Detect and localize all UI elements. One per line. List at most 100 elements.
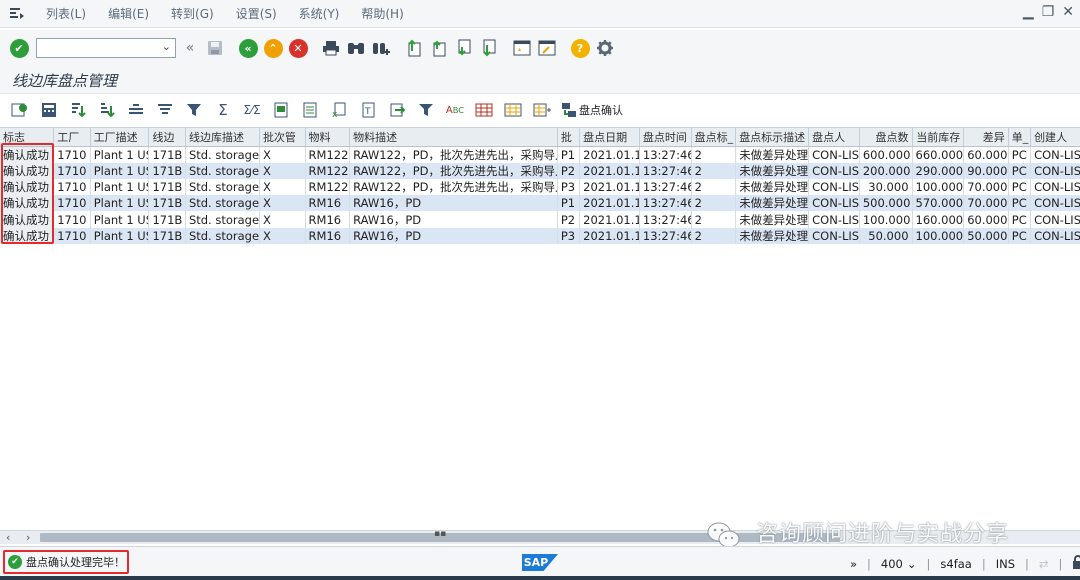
- cell-count-qty[interactable]: 500.000: [859, 195, 913, 212]
- table-row[interactable]: 确认成功1710Plant 1 US171BStd. storage 2XRM1…: [0, 178, 1080, 196]
- cell-batch-mgmt[interactable]: X: [259, 195, 306, 212]
- cell-flag[interactable]: 确认成功: [0, 227, 55, 244]
- layout-choose-icon[interactable]: [414, 99, 438, 121]
- cell-unit[interactable]: PC: [1008, 195, 1032, 212]
- col-header-batch-mgmt[interactable]: 批次管: [259, 128, 306, 147]
- cell-plant[interactable]: 1710: [53, 162, 91, 179]
- cell-plant[interactable]: 1710: [53, 227, 91, 244]
- abc-analysis-icon[interactable]: A BC: [443, 99, 467, 121]
- cell-plant-desc[interactable]: Plant 1 US: [90, 211, 150, 228]
- cell-line-side-desc[interactable]: Std. storage 2: [185, 227, 260, 244]
- table-row[interactable]: 确认成功1710Plant 1 US171BStd. storage 2XRM1…: [0, 227, 1080, 244]
- cell-plant[interactable]: 1710: [53, 178, 91, 196]
- sort-descending-icon[interactable]: [95, 99, 119, 121]
- cell-difference[interactable]: 60.000-: [963, 211, 1009, 228]
- details-icon[interactable]: [8, 99, 32, 121]
- cell-count-flag[interactable]: 2: [691, 195, 737, 212]
- cell-current-stock[interactable]: 100.000: [912, 178, 965, 196]
- menu-system[interactable]: 系统(Y): [295, 5, 344, 22]
- cell-count-time[interactable]: 13:27:46: [639, 227, 692, 244]
- cell-current-stock[interactable]: 290.000: [912, 162, 965, 179]
- shortcut-button[interactable]: [536, 37, 558, 59]
- cell-unit[interactable]: PC: [1008, 227, 1032, 244]
- cell-plant-desc[interactable]: Plant 1 US: [90, 146, 150, 163]
- back-button[interactable]: «: [237, 37, 259, 59]
- cell-count-flag[interactable]: 2: [691, 178, 737, 196]
- cell-batch-mgmt[interactable]: X: [259, 178, 306, 196]
- next-page-button[interactable]: [453, 37, 475, 59]
- word-processing-icon[interactable]: T: [356, 99, 380, 121]
- cell-count-date[interactable]: 2021.01.11: [579, 227, 640, 244]
- input-mode[interactable]: INS: [996, 557, 1015, 571]
- col-header-line-side[interactable]: 线边: [148, 128, 186, 147]
- cell-count-flag[interactable]: 2: [691, 227, 737, 244]
- find-next-button[interactable]: [370, 37, 392, 59]
- cell-plant-desc[interactable]: Plant 1 US: [90, 178, 150, 196]
- menu-edit[interactable]: 编辑(E): [104, 5, 153, 22]
- cell-line-side[interactable]: 171B: [148, 178, 186, 196]
- cell-batch[interactable]: P1: [557, 195, 581, 212]
- cell-batch[interactable]: P3: [557, 178, 581, 196]
- cell-flag[interactable]: 确认成功: [0, 195, 55, 212]
- cell-count-time[interactable]: 13:27:46: [639, 195, 692, 212]
- menu-goto[interactable]: 转到(G): [167, 5, 218, 22]
- find-button[interactable]: [345, 37, 367, 59]
- cell-line-side[interactable]: 171B: [148, 227, 186, 244]
- create-session-button[interactable]: [511, 37, 533, 59]
- sort-ascending-icon[interactable]: [66, 99, 90, 121]
- cell-material-desc[interactable]: RAW16，PD: [349, 211, 558, 228]
- menu-help[interactable]: 帮助(H): [357, 5, 407, 22]
- cell-creator[interactable]: CON-LISF: [1030, 227, 1080, 244]
- cell-count-flag-desc[interactable]: 未做差异处理: [735, 162, 810, 179]
- cell-creator[interactable]: CON-LISF: [1030, 146, 1080, 163]
- cell-current-stock[interactable]: 660.000: [912, 146, 965, 163]
- col-header-material-desc[interactable]: 物料描述: [349, 128, 558, 147]
- cell-count-time[interactable]: 13:27:46: [639, 146, 692, 163]
- close-window-icon[interactable]: ✕: [1062, 4, 1074, 20]
- cell-material[interactable]: RM16: [305, 227, 351, 244]
- cell-current-stock[interactable]: 100.000: [912, 227, 965, 244]
- local-file-icon[interactable]: [385, 99, 409, 121]
- lock-icon[interactable]: [1072, 555, 1080, 572]
- cell-plant[interactable]: 1710: [53, 195, 91, 212]
- cell-difference[interactable]: 60.000-: [963, 146, 1009, 163]
- cell-material[interactable]: RM122: [305, 162, 351, 179]
- cell-batch[interactable]: P1: [557, 146, 581, 163]
- cell-count-qty[interactable]: 50.000: [859, 227, 913, 244]
- menu-list[interactable]: 列表(L): [42, 5, 90, 22]
- cell-count-flag[interactable]: 2: [691, 211, 737, 228]
- cell-line-side[interactable]: 171B: [148, 211, 186, 228]
- cell-batch-mgmt[interactable]: X: [259, 227, 306, 244]
- cell-counter[interactable]: CON-LISF: [808, 178, 860, 196]
- cell-count-time[interactable]: 13:27:46: [639, 162, 692, 179]
- sum-icon[interactable]: Σ: [211, 99, 235, 121]
- restore-icon[interactable]: ❐: [1042, 4, 1055, 20]
- table-row[interactable]: 确认成功1710Plant 1 US171BStd. storage 2XRM1…: [0, 211, 1080, 228]
- col-header-batch[interactable]: 批: [557, 128, 581, 147]
- cell-material-desc[interactable]: RAW122，PD，批次先进先出，采购导入: [349, 162, 558, 179]
- table-row[interactable]: 确认成功1710Plant 1 US171BStd. storage 2XRM1…: [0, 146, 1080, 163]
- cell-count-flag[interactable]: 2: [691, 146, 737, 163]
- cell-count-date[interactable]: 2021.01.11: [579, 146, 640, 163]
- cell-count-flag[interactable]: 2: [691, 162, 737, 179]
- export-excel-icon[interactable]: x: [327, 99, 351, 121]
- cell-flag[interactable]: 确认成功: [0, 146, 55, 163]
- cell-count-flag-desc[interactable]: 未做差异处理: [735, 195, 810, 212]
- col-header-count-flag[interactable]: 盘点标_: [691, 128, 737, 147]
- minimize-icon[interactable]: ▁: [1023, 4, 1034, 20]
- menu-list-icon[interactable]: [6, 4, 28, 24]
- cell-batch-mgmt[interactable]: X: [259, 146, 306, 163]
- cell-count-date[interactable]: 2021.01.11: [579, 211, 640, 228]
- col-header-counter[interactable]: 盘点人: [808, 128, 860, 147]
- cell-creator[interactable]: CON-LISF: [1030, 211, 1080, 228]
- cell-difference[interactable]: 70.000-: [963, 195, 1009, 212]
- menu-settings[interactable]: 设置(S): [232, 5, 281, 22]
- col-header-count-time[interactable]: 盘点时间: [639, 128, 692, 147]
- cell-count-date[interactable]: 2021.01.11: [579, 162, 640, 179]
- cell-plant-desc[interactable]: Plant 1 US: [90, 195, 150, 212]
- collapse-command-icon[interactable]: «: [179, 37, 201, 59]
- cell-line-side-desc[interactable]: Std. storage 2: [185, 162, 260, 179]
- col-header-count-date[interactable]: 盘点日期: [579, 128, 640, 147]
- col-header-creator[interactable]: 创建人: [1030, 128, 1080, 147]
- cell-creator[interactable]: CON-LISF: [1030, 162, 1080, 179]
